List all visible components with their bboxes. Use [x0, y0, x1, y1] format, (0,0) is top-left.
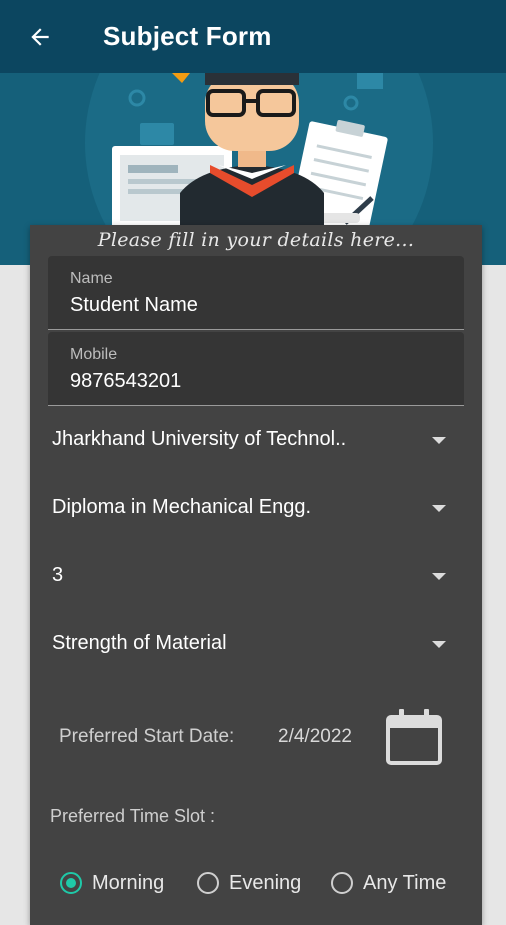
mobile-value: 9876543201: [70, 370, 182, 392]
start-date-label: Preferred Start Date:: [59, 726, 235, 747]
radio-evening-label: Evening: [229, 871, 302, 894]
mobile-field[interactable]: Mobile 9876543201: [48, 332, 464, 406]
university-dropdown[interactable]: Jharkhand University of Technol..: [48, 415, 464, 465]
form-heading: Please fill in your details here...: [97, 229, 415, 251]
start-date-value[interactable]: 2/4/2022: [278, 726, 352, 748]
radio-any-time-label: Any Time: [363, 871, 447, 894]
radio-morning[interactable]: Morning: [60, 868, 164, 898]
dropdown-arrow-icon: [432, 437, 446, 444]
subject-dropdown[interactable]: Strength of Material: [48, 619, 464, 669]
name-field[interactable]: Name Student Name: [48, 256, 464, 330]
back-button[interactable]: [0, 0, 80, 73]
name-value: Student Name: [70, 294, 198, 316]
dropdown-arrow-icon: [432, 505, 446, 512]
radio-evening[interactable]: Evening: [197, 868, 301, 898]
course-value: Diploma in Mechanical Engg.: [52, 496, 312, 518]
mobile-label: Mobile: [70, 346, 118, 363]
radio-checked-icon: [60, 872, 82, 894]
university-value: Jharkhand University of Technol..: [52, 428, 347, 450]
time-slot-label: Preferred Time Slot :: [50, 806, 216, 826]
course-dropdown[interactable]: Diploma in Mechanical Engg.: [48, 483, 464, 533]
radio-unchecked-icon: [331, 872, 353, 894]
form-card: Please fill in your details here... Name…: [30, 225, 482, 925]
name-label: Name: [70, 270, 113, 287]
dropdown-arrow-icon: [432, 641, 446, 648]
dropdown-arrow-icon: [432, 573, 446, 580]
back-arrow-icon: [31, 27, 49, 46]
app-bar: Subject Form: [0, 0, 506, 73]
page-title: Subject Form: [103, 21, 272, 51]
semester-dropdown[interactable]: 3: [48, 551, 464, 601]
subject-value: Strength of Material: [52, 632, 227, 654]
radio-unchecked-icon: [197, 872, 219, 894]
calendar-icon[interactable]: [386, 707, 442, 767]
radio-morning-label: Morning: [92, 871, 165, 894]
semester-value: 3: [52, 564, 64, 586]
radio-any-time[interactable]: Any Time: [331, 868, 446, 898]
